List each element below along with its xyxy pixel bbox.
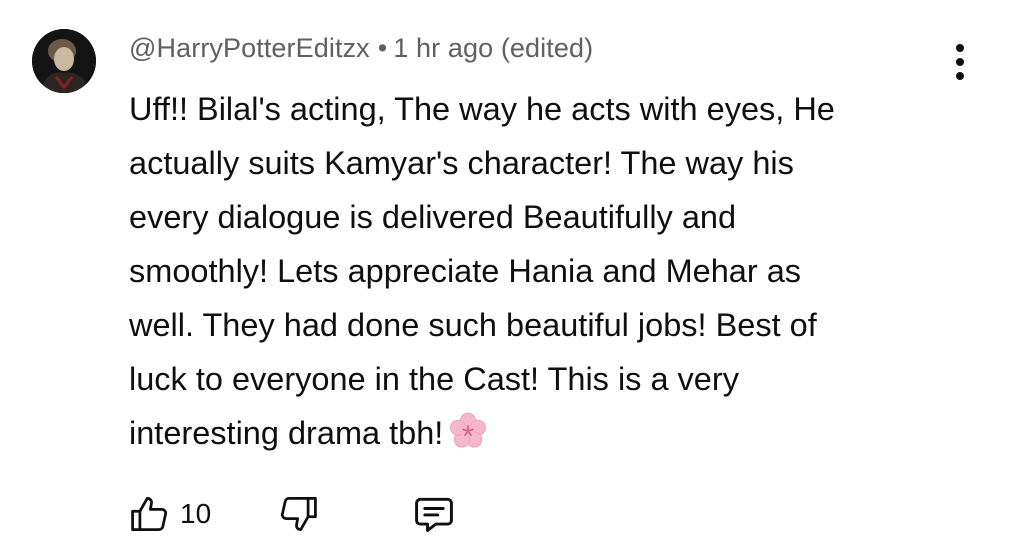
dislike-button[interactable] [276,492,320,536]
comment-timestamp: 1 hr ago (edited) [393,33,594,63]
comment-line: smoothly! Lets appreciate Hania and Meha… [129,253,802,289]
author-name[interactable]: @HarryPotterEditzx [129,33,370,63]
more-vertical-icon [956,44,964,52]
comment-line: Uff!! Bilal's acting, The way he acts wi… [129,91,835,127]
avatar[interactable] [32,29,96,93]
thumbs-down-icon [280,497,317,531]
meta-separator: • [377,33,388,63]
comment-meta: @HarryPotterEditzx • 1 hr ago (edited) [129,33,593,64]
comment-line: interesting drama tbh! [129,415,444,451]
comment-last-line: interesting drama tbh! [129,406,949,460]
like-count: 10 [180,498,212,529]
comment-text: Uff!! Bilal's acting, The way he acts wi… [129,82,949,460]
thumbs-up-icon [131,497,168,531]
cherry-blossom-icon [450,412,487,448]
comment-card: @HarryPotterEditzx • 1 hr ago (edited) Uff… [0,0,1024,560]
comment-line: actually suits Kamyar's character! The w… [129,145,794,181]
reply-comment-icon [415,497,453,532]
comment-line: every dialogue is delivered Beautifully … [129,199,737,235]
comment-line: luck to everyone in the Cast! This is a … [129,361,739,397]
more-options-button[interactable] [946,40,974,84]
reply-button[interactable] [412,492,456,536]
avatar-image [32,29,96,93]
like-button[interactable]: 10 [128,492,211,536]
comment-line: well. They had done such beautiful jobs!… [129,307,817,343]
